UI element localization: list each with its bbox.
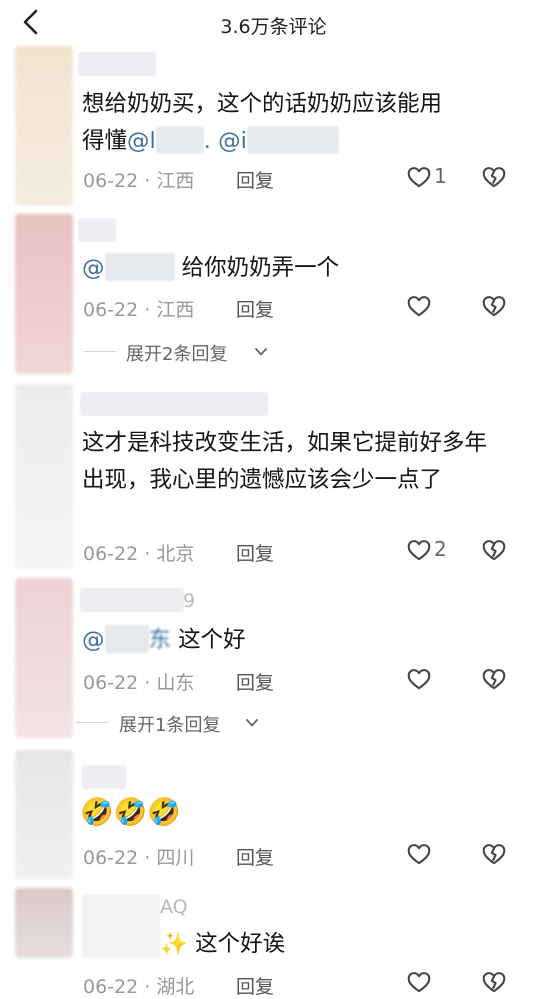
heart-icon[interactable] xyxy=(406,666,432,692)
top-bar: 3.6万条评论 xyxy=(0,0,547,44)
username[interactable] xyxy=(78,218,116,242)
comment-meta: 06-22 · 江西 xyxy=(83,170,195,192)
comment-text: 这才是科技改变生活，如果它提前好多年出现，我心里的遗憾应该会少一点了 xyxy=(82,430,488,493)
broken-heart-icon[interactable] xyxy=(481,969,507,995)
username[interactable] xyxy=(82,894,160,958)
mention-link[interactable]: @ 东 xyxy=(82,625,171,653)
chevron-down-icon[interactable] xyxy=(254,347,268,357)
comment-text: @ 给你奶奶弄一个 xyxy=(82,253,340,281)
heart-icon[interactable] xyxy=(406,841,432,867)
broken-heart-icon[interactable] xyxy=(481,537,507,563)
reply-button[interactable]: 回复 xyxy=(236,295,274,322)
divider xyxy=(84,351,116,352)
like-count: 2 xyxy=(434,537,447,561)
avatar[interactable] xyxy=(15,46,73,206)
avatar[interactable] xyxy=(15,750,73,880)
reply-button[interactable]: 回复 xyxy=(236,166,274,193)
comment-text: ✨ 这个好诶 xyxy=(160,931,286,957)
comment-meta: 06-22 · 北京 xyxy=(83,543,195,565)
broken-heart-icon[interactable] xyxy=(481,841,507,867)
heart-icon[interactable] xyxy=(406,164,432,190)
heart-icon[interactable] xyxy=(406,537,432,563)
expand-replies-button[interactable]: 展开1条回复 xyxy=(119,711,220,737)
username-suffix: AQ xyxy=(160,896,188,918)
comment-text: @ 东 这个好 xyxy=(82,625,246,653)
expand-replies-button[interactable]: 展开2条回复 xyxy=(126,340,227,366)
mention-link[interactable]: @ xyxy=(82,253,175,281)
broken-heart-icon[interactable] xyxy=(481,164,507,190)
username[interactable] xyxy=(80,588,184,612)
comment-meta: 06-22 · 四川 xyxy=(83,847,195,869)
broken-heart-icon[interactable] xyxy=(481,666,507,692)
reply-button[interactable]: 回复 xyxy=(236,539,274,566)
reply-button[interactable]: 回复 xyxy=(236,843,274,870)
avatar[interactable] xyxy=(15,578,73,738)
comment-meta: 06-22 · 江西 xyxy=(83,299,195,321)
divider xyxy=(76,722,108,723)
heart-icon[interactable] xyxy=(406,293,432,319)
comment-text: 想给奶奶买，这个的话奶奶应该能用 得懂@l. @i xyxy=(82,91,443,154)
avatar[interactable] xyxy=(15,888,73,958)
sparkles-emoji: ✨ xyxy=(160,931,189,957)
username[interactable] xyxy=(80,392,268,416)
avatar[interactable] xyxy=(15,384,73,569)
comment-emoji: 🤣🤣🤣 xyxy=(80,797,181,828)
heart-icon[interactable] xyxy=(406,969,432,995)
comment-meta: 06-22 · 湖北 xyxy=(83,976,195,998)
username[interactable] xyxy=(78,52,156,76)
avatar[interactable] xyxy=(15,214,73,374)
reply-button[interactable]: 回复 xyxy=(236,972,274,999)
username-suffix: 9 xyxy=(183,590,196,612)
chevron-down-icon[interactable] xyxy=(245,718,259,728)
broken-heart-icon[interactable] xyxy=(481,293,507,319)
mention-link[interactable]: @l. @i xyxy=(127,126,339,154)
username[interactable] xyxy=(82,765,126,789)
comment-meta: 06-22 · 山东 xyxy=(83,672,195,694)
like-count: 1 xyxy=(434,164,447,188)
reply-button[interactable]: 回复 xyxy=(236,668,274,695)
comments-count-title: 3.6万条评论 xyxy=(220,16,327,38)
